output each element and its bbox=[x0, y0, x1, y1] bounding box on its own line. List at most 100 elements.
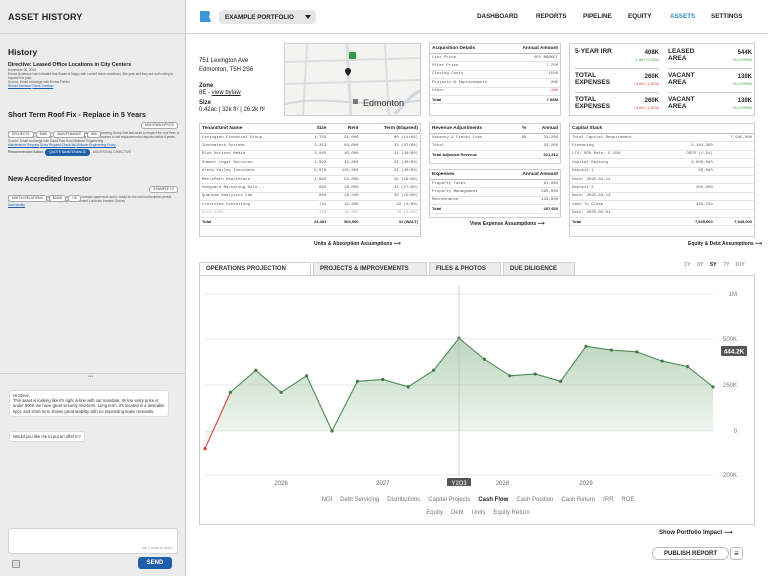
history-link[interactable]: Midtown Engineering Group bbox=[76, 143, 116, 147]
nav-settings[interactable]: SETTINGS bbox=[711, 13, 743, 20]
tenant-column-header[interactable]: Tenant/Unit Name bbox=[200, 124, 304, 134]
range-1y[interactable]: 1Y bbox=[684, 262, 691, 268]
attach-icon[interactable] bbox=[12, 560, 20, 568]
tenant-row[interactable]: Blue Horizon Media 3,045 40,000 21 (40/60) bbox=[200, 150, 420, 160]
tag-pill[interactable]: $46K bbox=[35, 131, 52, 138]
capital-cell bbox=[714, 209, 754, 218]
nav-reports[interactable]: REPORTS bbox=[536, 13, 566, 20]
metric-option-noi[interactable]: NOI bbox=[322, 497, 333, 503]
tab-operations-projection[interactable]: OPERATIONS PROJECTION bbox=[199, 262, 311, 275]
tenant-column-header[interactable]: Term (Elapsed) bbox=[360, 124, 420, 134]
tenant-row[interactable]: Crestview Consulting 731 15,800 82 (0/60) bbox=[200, 200, 420, 210]
tenant-column-header[interactable]: Rent bbox=[328, 124, 361, 134]
cash-flow-chart[interactable]: 1M 500K 250K 0 -200K 2026 2027 2028 2029 Y2Q3 444.… bbox=[200, 276, 756, 486]
data-point[interactable] bbox=[432, 368, 436, 372]
data-point[interactable] bbox=[609, 348, 613, 352]
tenant-row[interactable]: Vanguard Marketing Solu... 883 18,000 42 (1… bbox=[200, 183, 420, 193]
data-point[interactable] bbox=[508, 374, 512, 378]
portfolio-select[interactable]: EXAMPLE PORTFOLIO bbox=[219, 10, 316, 24]
metric-option-capital-projects[interactable]: Capital Projects bbox=[428, 497, 470, 503]
history-link[interactable]: Record Decision bbox=[8, 84, 31, 88]
data-point[interactable] bbox=[406, 385, 410, 389]
expense-assumptions-link[interactable]: View Expense Assumptions ⟶ bbox=[470, 221, 545, 227]
tag-pill[interactable]: PROJECTS bbox=[8, 131, 34, 138]
tag-pill[interactable]: MAINTENANCE bbox=[53, 131, 86, 138]
range-10y[interactable]: 10Y bbox=[735, 262, 745, 268]
revenue-total-cell: Total Adjusted Revenue bbox=[430, 149, 515, 160]
history-link[interactable]: Check list bbox=[62, 143, 76, 147]
metric-option-equity-return[interactable]: Equity Return bbox=[493, 510, 529, 516]
data-point[interactable] bbox=[381, 377, 385, 382]
metric-option-cash-position[interactable]: Cash Position bbox=[516, 497, 553, 503]
metric-option-debt-servicing[interactable]: Debt Servicing bbox=[340, 497, 379, 503]
view-bylaw-link[interactable]: view bylaw bbox=[212, 90, 241, 96]
quote-maintenance-button[interactable]: QUOTE MAINTENANCE bbox=[45, 149, 90, 156]
nav-assets[interactable]: ASSETS bbox=[670, 13, 695, 20]
tenant-row[interactable]: Green Valley Insurance 5,918 125,000 21 (40… bbox=[200, 167, 420, 176]
data-point[interactable] bbox=[660, 359, 664, 363]
metric-option-equity[interactable]: Equity bbox=[426, 510, 443, 516]
range-5y[interactable]: 5Y bbox=[710, 262, 717, 268]
data-point[interactable] bbox=[279, 390, 283, 394]
publish-report-button[interactable]: PUBLISH REPORT bbox=[652, 547, 729, 560]
history-link[interactable]: Add Identity bbox=[8, 203, 25, 207]
chat-input[interactable]: ctrl + enter to send bbox=[8, 528, 178, 554]
tenant-row[interactable]: Unit #203 229 10,800 20 (5/60) bbox=[200, 209, 420, 218]
metric-option-roe[interactable]: ROE bbox=[621, 497, 634, 503]
tenant-row[interactable]: Quantum Analytics Lab 804 18,500 30 (15/60) bbox=[200, 192, 420, 202]
send-button[interactable]: SEND bbox=[138, 557, 172, 569]
tenant-row[interactable]: Lexington Financial Group 4,759 91,000 80 (… bbox=[200, 133, 420, 143]
acquisition-row-label: Offer Price bbox=[430, 61, 508, 71]
metric-option-cash-flow[interactable]: Cash Flow bbox=[478, 497, 508, 503]
portfolio-impact-link[interactable]: Show Portfolio Impact ⟶ bbox=[659, 529, 733, 536]
data-point[interactable] bbox=[711, 385, 715, 389]
metric-option-irr[interactable]: IRR bbox=[603, 497, 613, 503]
tag-pill[interactable]: HK bbox=[68, 195, 81, 202]
history-link[interactable]: Gloss Request bbox=[40, 143, 61, 147]
tag-pill[interactable]: $240K bbox=[48, 195, 67, 202]
equity-debt-assumptions-link[interactable]: Equity & Debt Assumptions ⟶ bbox=[688, 241, 762, 247]
nav-equity[interactable]: EQUITY bbox=[628, 13, 651, 20]
data-point[interactable] bbox=[584, 344, 588, 348]
tenant-row[interactable]: Summit Legal Services 2,993 45,000 21 (40/6… bbox=[200, 158, 420, 168]
data-point[interactable] bbox=[482, 357, 486, 361]
tenant-row[interactable]: Innovatech Systems 3,353 84,000 33 (27/60) bbox=[200, 141, 420, 151]
data-point[interactable] bbox=[559, 379, 563, 383]
metric-option-cash-return[interactable]: Cash Return bbox=[561, 497, 595, 503]
tenant-cell: 30 (15/60) bbox=[360, 192, 420, 202]
data-point[interactable] bbox=[203, 447, 207, 451]
data-point[interactable] bbox=[686, 365, 690, 369]
menu-icon[interactable]: ≡ bbox=[730, 547, 743, 560]
data-point[interactable] bbox=[305, 374, 309, 378]
nav-pipeline[interactable]: PIPELINE bbox=[583, 13, 612, 20]
data-point[interactable] bbox=[228, 390, 232, 394]
units-absorption-link[interactable]: Units & Absorption Assumptions ⟶ bbox=[314, 241, 401, 247]
metric-option-distributions[interactable]: Distributions bbox=[387, 497, 420, 503]
tag-pill[interactable]: EXAMPLE LP bbox=[149, 186, 178, 193]
capital-cell: Date: 2025-04-14 bbox=[570, 192, 669, 202]
metric-option-debt[interactable]: Debt bbox=[451, 510, 464, 516]
tab-due-diligence[interactable]: DUE DILIGENCE bbox=[503, 262, 575, 275]
tag-pill[interactable]: MIDTOWN OFFICE bbox=[140, 122, 178, 129]
history-entry-title: Short Term Roof Fix - Replace in 5 Years bbox=[8, 110, 146, 119]
range-3y[interactable]: 3Y bbox=[697, 262, 704, 268]
metric-option-units[interactable]: Units bbox=[472, 510, 486, 516]
property-map[interactable]: Edmonton bbox=[284, 43, 421, 116]
tag-pill[interactable]: $9K bbox=[87, 131, 102, 138]
data-point[interactable] bbox=[355, 379, 359, 383]
data-point[interactable] bbox=[533, 372, 537, 376]
history-link[interactable]: Gloss Creation bbox=[32, 84, 53, 88]
tenant-row[interactable]: MetroPath Healthcare 1,683 54,000 45 (18/60… bbox=[200, 175, 420, 185]
tab-files-photos[interactable]: FILES & PHOTOS bbox=[429, 262, 501, 275]
tag-pill[interactable]: MATCH RELATIONS bbox=[8, 195, 47, 202]
additional-directive-button[interactable]: ADDITIONAL DIRECTIVE bbox=[93, 150, 131, 154]
tenant-column-header[interactable]: Size bbox=[303, 124, 329, 134]
data-point[interactable] bbox=[254, 368, 258, 372]
range-7y[interactable]: 7Y bbox=[723, 262, 730, 268]
nav-dashboard[interactable]: DASHBOARD bbox=[477, 13, 518, 20]
tenant-cell: 804 bbox=[303, 192, 329, 202]
history-link[interactable]: Maintenance Request bbox=[8, 143, 39, 147]
data-point[interactable] bbox=[635, 350, 639, 354]
tab-projects-improvements[interactable]: PROJECTS & IMPROVEMENTS bbox=[313, 262, 427, 275]
data-point[interactable] bbox=[330, 429, 334, 433]
